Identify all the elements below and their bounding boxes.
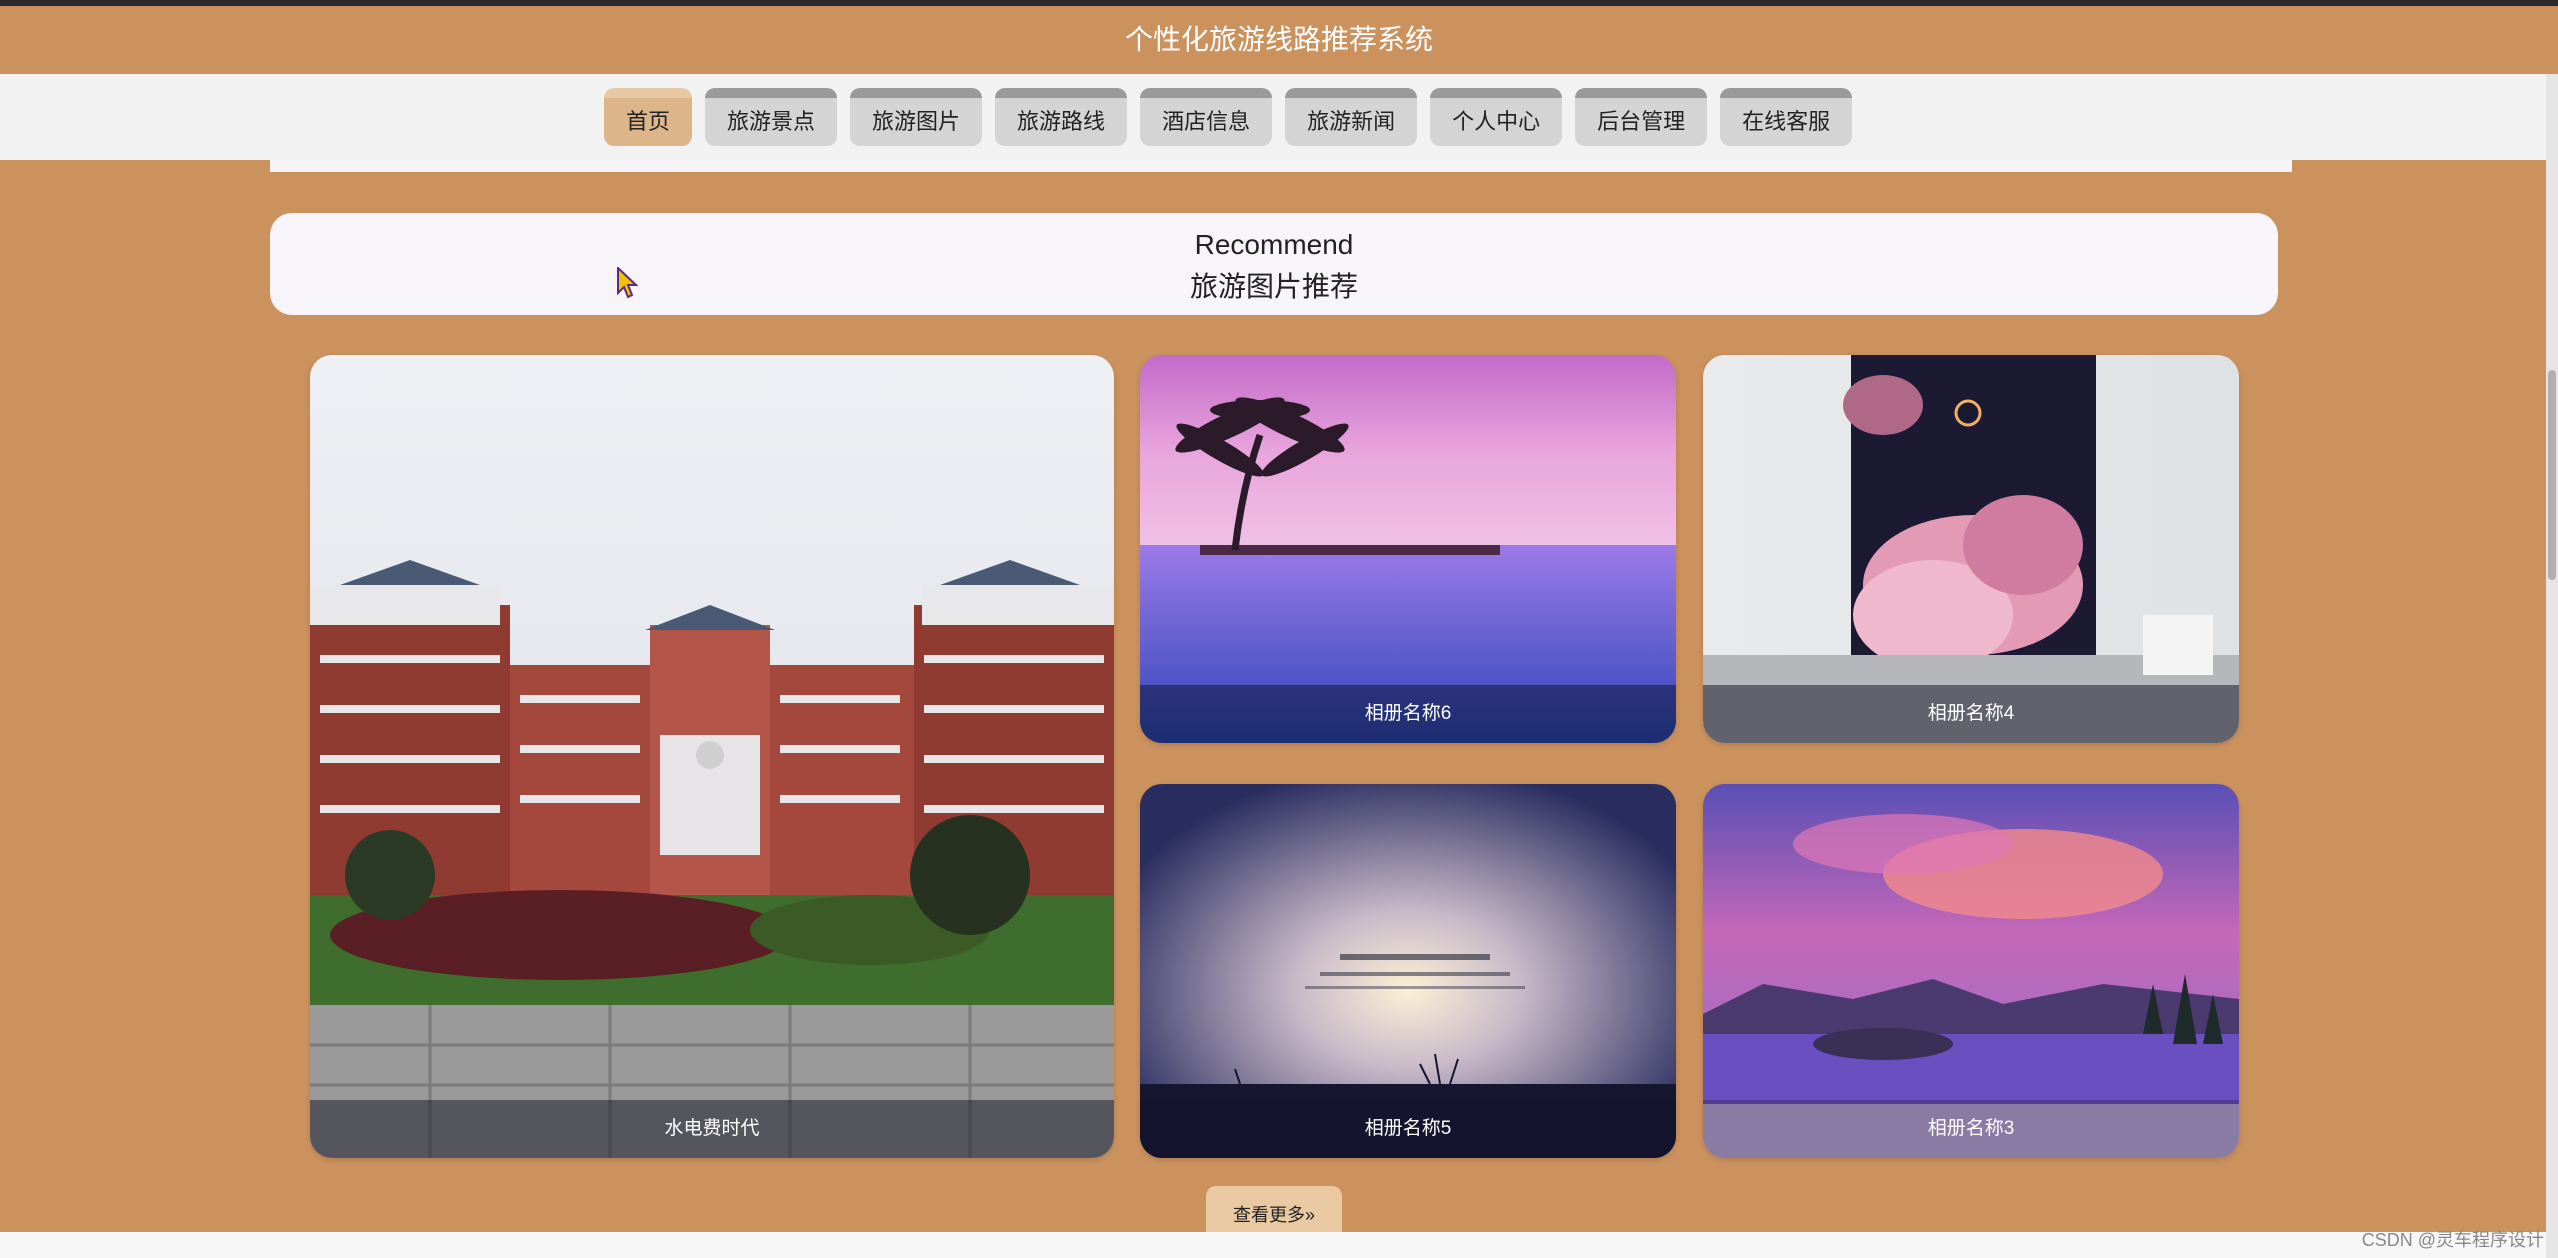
nav-travel-routes[interactable]: 旅游路线	[995, 88, 1128, 146]
nav-travel-news[interactable]: 旅游新闻	[1285, 88, 1418, 146]
campus-building-photo	[310, 355, 1114, 1158]
mouse-cursor-icon	[617, 267, 639, 299]
gallery-card-caption: 相册名称4	[1703, 685, 2239, 743]
nav-online-service[interactable]: 在线客服	[1720, 88, 1853, 146]
gallery-card-3[interactable]: 相册名称4	[1703, 355, 2239, 743]
nav-home[interactable]: 首页	[604, 88, 693, 146]
nav-hotel-info[interactable]: 酒店信息	[1140, 88, 1273, 146]
gallery-card-4[interactable]: 相册名称5	[1140, 784, 1676, 1158]
recommend-title-en: Recommend	[1194, 229, 1354, 260]
page-bottom-edge	[0, 1232, 2546, 1258]
gallery-card-5[interactable]: 相册名称3	[1703, 784, 2239, 1158]
site-title: 个性化旅游线路推荐系统	[1124, 24, 1433, 55]
recommend-header: Recommend 旅游图片推荐	[270, 213, 2278, 315]
gallery-card-2[interactable]: 相册名称6	[1140, 355, 1676, 743]
nav-admin[interactable]: 后台管理	[1575, 88, 1708, 146]
main-nav: 首页 旅游景点 旅游图片 旅游路线 酒店信息 旅游新闻 个人中心 后台管理 在线…	[0, 74, 2558, 160]
content-top-strip	[270, 160, 2292, 172]
scrollbar-track[interactable]	[2546, 74, 2558, 1258]
gallery-card-caption: 相册名称3	[1703, 1100, 2239, 1158]
gallery-card-caption: 相册名称6	[1140, 685, 1676, 743]
gallery-card-caption: 水电费时代	[310, 1100, 1114, 1158]
nav-travel-photos[interactable]: 旅游图片	[850, 88, 983, 146]
gallery-card-1[interactable]: 水电费时代	[310, 355, 1114, 1158]
recommend-title-cn: 旅游图片推荐	[1189, 271, 1358, 302]
nav-attractions[interactable]: 旅游景点	[705, 88, 838, 146]
scrollbar-thumb[interactable]	[2548, 370, 2556, 580]
site-header: 个性化旅游线路推荐系统	[0, 6, 2558, 74]
nav-personal-center[interactable]: 个人中心	[1430, 88, 1563, 146]
watermark-text: CSDN @灵车程序设计	[2361, 1230, 2544, 1250]
gallery-card-caption: 相册名称5	[1140, 1100, 1676, 1158]
